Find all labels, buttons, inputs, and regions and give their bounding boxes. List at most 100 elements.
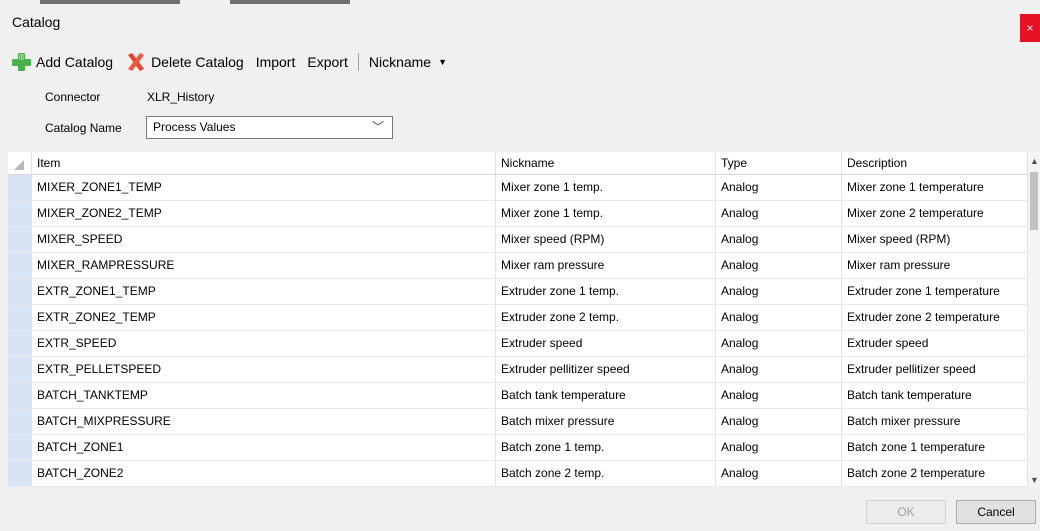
table-row[interactable]: MIXER_ZONE2_TEMP Mixer zone 1 temp. Anal… (8, 201, 1028, 227)
row-header[interactable] (8, 331, 32, 356)
column-header-item[interactable]: Item (32, 152, 496, 174)
cell-item[interactable]: MIXER_RAMPRESSURE (32, 253, 496, 278)
table-row[interactable]: BATCH_MIXPRESSURE Batch mixer pressure A… (8, 409, 1028, 435)
cell-nickname[interactable]: Extruder pellitizer speed (496, 357, 716, 382)
cell-description[interactable]: Extruder zone 2 temperature (842, 305, 1028, 330)
cell-type[interactable]: Analog (716, 357, 842, 382)
export-button[interactable]: Export (307, 54, 347, 70)
cell-nickname[interactable]: Batch mixer pressure (496, 409, 716, 434)
table-row[interactable]: BATCH_ZONE1 Batch zone 1 temp. Analog Ba… (8, 435, 1028, 461)
cell-type[interactable]: Analog (716, 201, 842, 226)
catalog-grid: Item Nickname Type Description MIXER_ZON… (8, 152, 1040, 487)
cell-nickname[interactable]: Mixer zone 1 temp. (496, 175, 716, 200)
column-header-type[interactable]: Type (716, 152, 842, 174)
cell-description[interactable]: Extruder speed (842, 331, 1028, 356)
row-header[interactable] (8, 279, 32, 304)
cell-type[interactable]: Analog (716, 461, 842, 486)
cell-description[interactable]: Mixer ram pressure (842, 253, 1028, 278)
nickname-label: Nickname (368, 54, 432, 70)
scrollbar-thumb[interactable] (1030, 172, 1038, 230)
table-row[interactable]: EXTR_PELLETSPEED Extruder pellitizer spe… (8, 357, 1028, 383)
cell-type[interactable]: Analog (716, 409, 842, 434)
cell-nickname[interactable]: Extruder speed (496, 331, 716, 356)
cell-description[interactable]: Batch zone 2 temperature (842, 461, 1028, 486)
ok-button[interactable]: OK (866, 500, 946, 524)
catalog-name-select[interactable]: Process Values ﹀ (146, 116, 393, 139)
cell-item[interactable]: EXTR_ZONE2_TEMP (32, 305, 496, 330)
table-row[interactable]: BATCH_TANKTEMP Batch tank temperature An… (8, 383, 1028, 409)
table-row[interactable]: EXTR_ZONE2_TEMP Extruder zone 2 temp. An… (8, 305, 1028, 331)
catalog-name-label: Catalog Name (45, 121, 122, 135)
row-header[interactable] (8, 305, 32, 330)
cell-item[interactable]: BATCH_ZONE1 (32, 435, 496, 460)
import-button[interactable]: Import (256, 54, 296, 70)
cell-type[interactable]: Analog (716, 383, 842, 408)
table-row[interactable]: EXTR_ZONE1_TEMP Extruder zone 1 temp. An… (8, 279, 1028, 305)
cell-type[interactable]: Analog (716, 435, 842, 460)
toolbar-separator (357, 53, 359, 71)
nickname-dropdown[interactable]: Nickname ▼ (369, 54, 447, 70)
select-all-corner[interactable] (8, 152, 32, 174)
cell-description[interactable]: Mixer zone 1 temperature (842, 175, 1028, 200)
cell-description[interactable]: Extruder zone 1 temperature (842, 279, 1028, 304)
row-header[interactable] (8, 253, 32, 278)
cell-item[interactable]: MIXER_ZONE1_TEMP (32, 175, 496, 200)
scroll-down-icon[interactable]: ▼ (1030, 475, 1039, 485)
cell-description[interactable]: Batch tank temperature (842, 383, 1028, 408)
table-row[interactable]: BATCH_ZONE2 Batch zone 2 temp. Analog Ba… (8, 461, 1028, 487)
table-row[interactable]: MIXER_ZONE1_TEMP Mixer zone 1 temp. Anal… (8, 175, 1028, 201)
cell-description[interactable]: Batch zone 1 temperature (842, 435, 1028, 460)
cell-item[interactable]: MIXER_SPEED (32, 227, 496, 252)
row-header[interactable] (8, 175, 32, 200)
close-button[interactable]: × (1020, 14, 1040, 42)
cell-nickname[interactable]: Batch zone 1 temp. (496, 435, 716, 460)
row-header[interactable] (8, 357, 32, 382)
cell-nickname[interactable]: Extruder zone 2 temp. (496, 305, 716, 330)
add-catalog-label: Add Catalog (36, 54, 114, 70)
column-header-nickname[interactable]: Nickname (496, 152, 716, 174)
cell-description[interactable]: Extruder pellitizer speed (842, 357, 1028, 382)
cell-item[interactable]: BATCH_ZONE2 (32, 461, 496, 486)
vertical-scrollbar[interactable]: ▲ ▼ (1028, 152, 1040, 487)
cell-description[interactable]: Mixer zone 2 temperature (842, 201, 1028, 226)
cell-type[interactable]: Analog (716, 331, 842, 356)
cell-item[interactable]: MIXER_ZONE2_TEMP (32, 201, 496, 226)
column-header-description[interactable]: Description (842, 152, 1028, 174)
cell-nickname[interactable]: Mixer ram pressure (496, 253, 716, 278)
cell-description[interactable]: Batch mixer pressure (842, 409, 1028, 434)
cell-item[interactable]: EXTR_ZONE1_TEMP (32, 279, 496, 304)
connector-label: Connector (45, 90, 101, 104)
cell-type[interactable]: Analog (716, 305, 842, 330)
x-icon (125, 51, 147, 73)
cell-nickname[interactable]: Extruder zone 1 temp. (496, 279, 716, 304)
delete-catalog-button[interactable]: Delete Catalog (125, 51, 244, 73)
cell-type[interactable]: Analog (716, 253, 842, 278)
scroll-up-icon[interactable]: ▲ (1030, 156, 1039, 166)
cell-type[interactable]: Analog (716, 175, 842, 200)
cancel-button[interactable]: Cancel (956, 500, 1036, 524)
cell-item[interactable]: BATCH_MIXPRESSURE (32, 409, 496, 434)
table-row[interactable]: EXTR_SPEED Extruder speed Analog Extrude… (8, 331, 1028, 357)
caret-down-icon: ▼ (438, 57, 448, 67)
row-header[interactable] (8, 461, 32, 486)
cell-nickname[interactable]: Batch tank temperature (496, 383, 716, 408)
cell-nickname[interactable]: Mixer speed (RPM) (496, 227, 716, 252)
row-header[interactable] (8, 201, 32, 226)
cell-item[interactable]: EXTR_PELLETSPEED (32, 357, 496, 382)
cell-item[interactable]: EXTR_SPEED (32, 331, 496, 356)
table-row[interactable]: MIXER_SPEED Mixer speed (RPM) Analog Mix… (8, 227, 1028, 253)
row-header[interactable] (8, 227, 32, 252)
row-header[interactable] (8, 383, 32, 408)
cell-type[interactable]: Analog (716, 227, 842, 252)
cell-description[interactable]: Mixer speed (RPM) (842, 227, 1028, 252)
row-header[interactable] (8, 435, 32, 460)
cell-nickname[interactable]: Mixer zone 1 temp. (496, 201, 716, 226)
plus-icon (10, 52, 32, 72)
row-header[interactable] (8, 409, 32, 434)
cell-item[interactable]: BATCH_TANKTEMP (32, 383, 496, 408)
add-catalog-button[interactable]: Add Catalog (10, 52, 113, 72)
title-bar-strip (0, 0, 1040, 6)
table-row[interactable]: MIXER_RAMPRESSURE Mixer ram pressure Ana… (8, 253, 1028, 279)
cell-type[interactable]: Analog (716, 279, 842, 304)
cell-nickname[interactable]: Batch zone 2 temp. (496, 461, 716, 486)
